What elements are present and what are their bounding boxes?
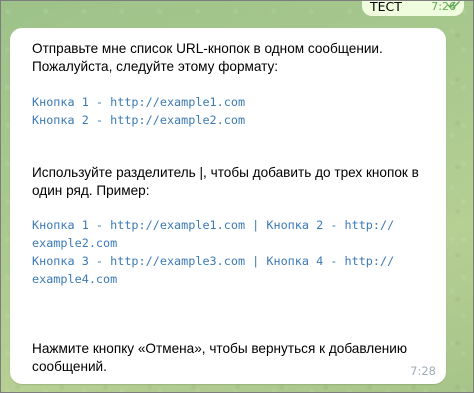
example-line-4[interactable]: example4.com	[32, 270, 117, 288]
example-line-1[interactable]: Кнопка 1 - http://example1.com | Кнопка …	[32, 216, 394, 234]
outgoing-message-text: ТЕСТ	[370, 0, 402, 14]
format-line-2[interactable]: Кнопка 2 - http://example2.com	[32, 111, 245, 129]
double-check-icon	[447, 1, 460, 9]
separator-text-line-1: Используйте разделитель |, чтобы добавит…	[32, 165, 419, 180]
format-line-1[interactable]: Кнопка 1 - http://example1.com	[32, 93, 245, 111]
message-intro-line-1: Отправьте мне список URL-кнопок в одном …	[32, 41, 383, 56]
incoming-message-time: 7:28	[410, 364, 436, 378]
separator-text-line-2: один ряд. Пример:	[32, 183, 150, 198]
example-line-3[interactable]: Кнопка 3 - http://example3.com | Кнопка …	[32, 252, 394, 270]
example-line-2[interactable]: example2.com	[32, 234, 117, 252]
incoming-message-bubble[interactable]: Отправьте мне список URL-кнопок в одном …	[10, 28, 446, 384]
message-intro-line-2: Пожалуйста, следуйте этому формату:	[32, 59, 279, 74]
outgoing-message-bubble[interactable]: ТЕСТ 7:26	[362, 0, 464, 16]
cancel-text-line-2: сообщений.	[32, 359, 107, 374]
cancel-text-line-1: Нажмите кнопку «Отмена», чтобы вернуться…	[32, 341, 408, 356]
